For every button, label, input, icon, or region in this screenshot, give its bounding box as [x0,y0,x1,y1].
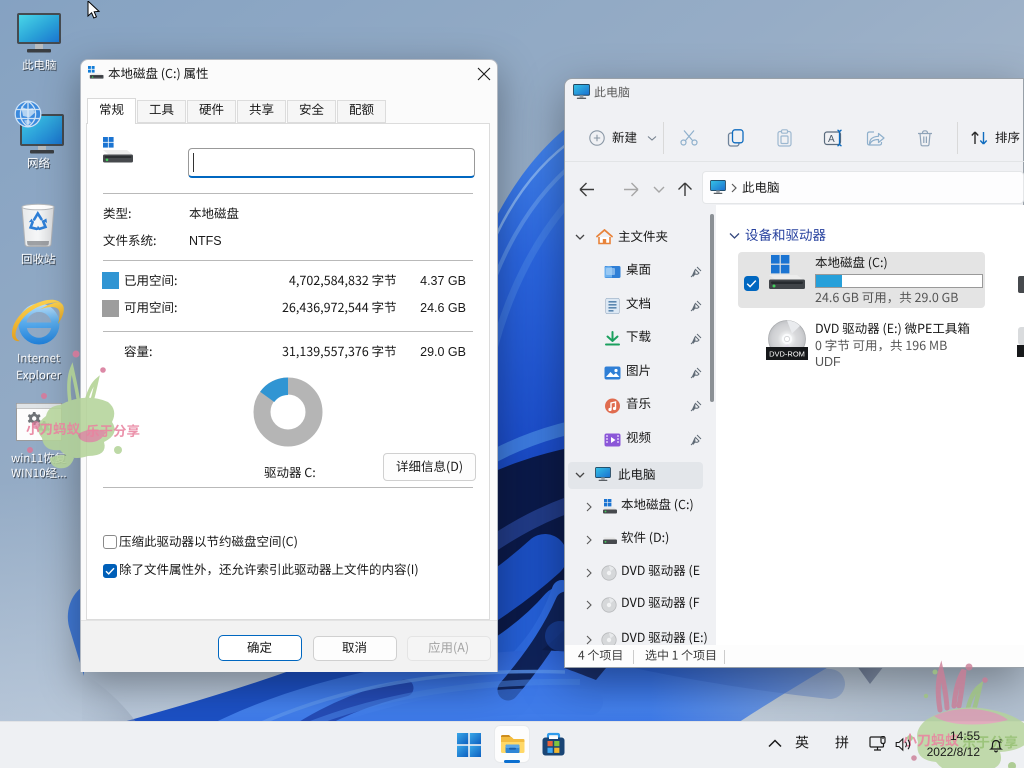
svg-text:DVD-ROM: DVD-ROM [769,350,805,359]
svg-text:z: z [999,739,1002,745]
svg-text:A: A [828,134,835,145]
